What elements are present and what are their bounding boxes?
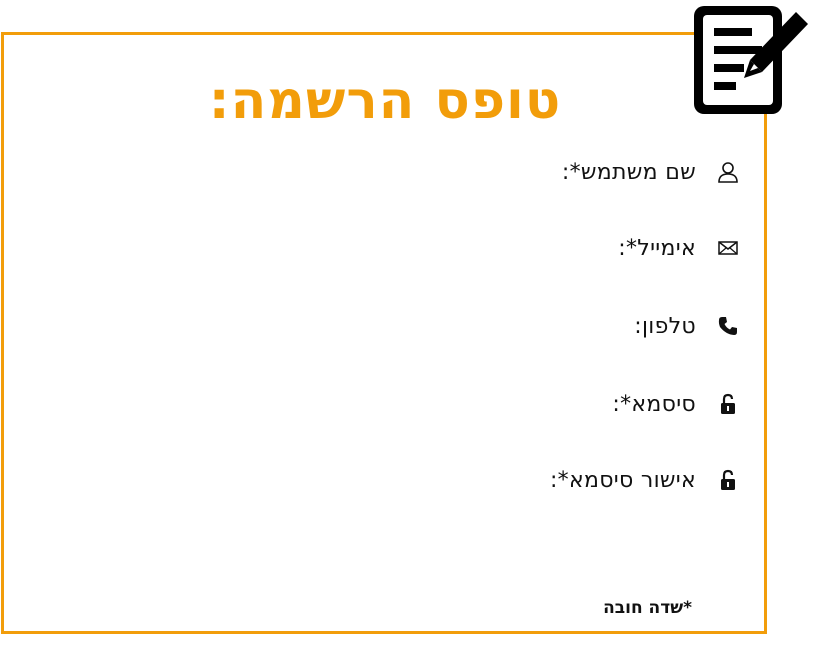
- phone-label: טלפון:: [634, 313, 696, 339]
- envelope-icon: [716, 236, 740, 260]
- username-field[interactable]: שם משתמש*:: [562, 156, 740, 188]
- lock-icon: [716, 392, 740, 416]
- confirm-password-field[interactable]: אישור סיסמא*:: [550, 464, 740, 496]
- password-label: סיסמא*:: [612, 391, 696, 417]
- phone-field[interactable]: טלפון:: [634, 310, 740, 342]
- password-field[interactable]: סיסמא*:: [612, 388, 740, 420]
- page-title: טופס הרשמה:: [208, 71, 562, 131]
- form-edit-icon: [692, 4, 812, 118]
- email-field[interactable]: אימייל*:: [618, 232, 740, 264]
- username-label: שם משתמש*:: [561, 159, 696, 185]
- phone-icon: [716, 314, 740, 338]
- lock-icon: [716, 468, 740, 492]
- confirm-password-label: אישור סיסמא*:: [549, 467, 696, 493]
- email-label: אימייל*:: [618, 235, 696, 261]
- user-icon: [716, 160, 740, 184]
- required-note: *שדה חובה: [603, 598, 692, 618]
